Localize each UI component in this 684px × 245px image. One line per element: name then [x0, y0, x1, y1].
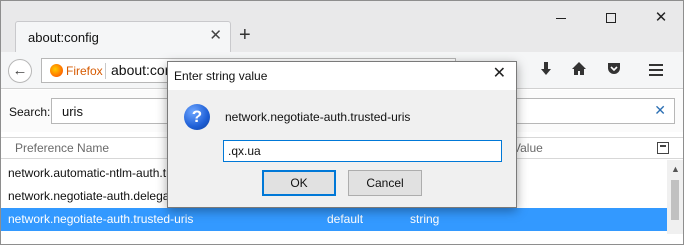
- new-tab-button[interactable]: +: [239, 25, 251, 45]
- pref-status: default: [327, 212, 364, 226]
- dialog-body: ? network.negotiate-auth.trusted-uris OK…: [168, 90, 516, 207]
- back-button[interactable]: ←: [8, 59, 32, 83]
- cancel-button[interactable]: Cancel: [348, 170, 422, 196]
- minimize-icon: [556, 18, 566, 19]
- identity-label: Firefox: [66, 64, 103, 78]
- url-divider: [105, 63, 106, 79]
- firefox-logo-icon: [50, 64, 63, 77]
- column-picker-icon[interactable]: [657, 142, 669, 154]
- column-header-value[interactable]: Value: [513, 141, 543, 155]
- tab-title: about:config: [28, 30, 99, 45]
- dialog-prompt: network.negotiate-auth.trusted-uris: [225, 110, 411, 124]
- table-row-selected[interactable]: network.negotiate-auth.trusted-uris defa…: [1, 208, 667, 231]
- tab-strip: about:config ✕ + ✕: [1, 1, 683, 52]
- close-window-icon: ✕: [654, 9, 668, 26]
- downloads-icon[interactable]: [536, 61, 556, 81]
- pocket-icon[interactable]: [604, 61, 624, 81]
- tab-about-config[interactable]: about:config ✕: [15, 21, 231, 52]
- close-tab-icon[interactable]: ✕: [209, 28, 222, 43]
- back-arrow-icon: ←: [12, 62, 28, 79]
- scrollbar-thumb[interactable]: [671, 180, 679, 220]
- ok-button[interactable]: OK: [262, 170, 336, 196]
- dialog-title: Enter string value: [174, 69, 268, 83]
- column-header-preference-name[interactable]: Preference Name: [15, 141, 109, 155]
- minimize-window-button[interactable]: [541, 7, 581, 29]
- dialog-titlebar[interactable]: Enter string value ✕: [168, 62, 516, 90]
- dialog-close-icon[interactable]: ✕: [493, 66, 506, 82]
- enter-string-dialog: Enter string value ✕ ? network.negotiate…: [167, 61, 517, 208]
- close-window-button[interactable]: ✕: [641, 7, 681, 29]
- pref-name: network.negotiate-auth.trusted-uris: [8, 212, 194, 226]
- maximize-icon: [606, 13, 616, 23]
- hamburger-menu-icon[interactable]: [646, 61, 666, 81]
- pref-type: string: [410, 212, 440, 226]
- clear-search-icon[interactable]: ✕: [654, 102, 666, 119]
- string-value-input[interactable]: [223, 140, 502, 162]
- maximize-window-button[interactable]: [591, 7, 631, 29]
- home-icon[interactable]: [569, 61, 589, 81]
- browser-window: about:config ✕ + ✕ ← Firefox about:confi…: [0, 0, 684, 245]
- scroll-up-icon[interactable]: ▲: [671, 164, 680, 174]
- search-label: Search:: [9, 105, 51, 119]
- vertical-scrollbar[interactable]: ▲: [667, 160, 683, 234]
- search-value[interactable]: uris: [62, 104, 83, 119]
- question-icon: ?: [184, 104, 210, 130]
